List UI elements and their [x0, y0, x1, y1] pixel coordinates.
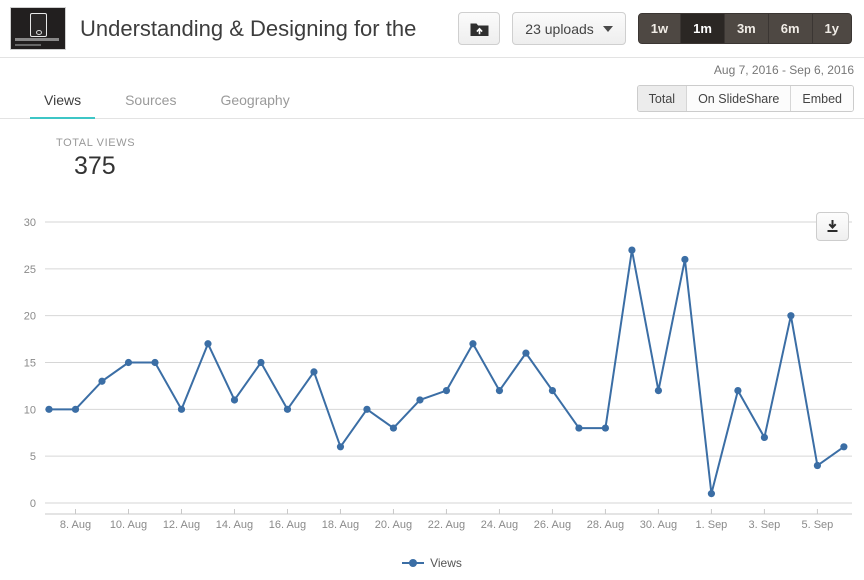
tab-views[interactable]: Views	[22, 92, 103, 119]
chevron-down-icon	[602, 25, 613, 32]
chart-plot-area: 0 5 10 15 20 25 30 8. Aug 10. Aug 12. Aug 14. Aug 1…	[24, 217, 852, 531]
thumbnail-title-line	[15, 38, 59, 41]
segment-embed[interactable]: Embed	[791, 86, 853, 111]
svg-text:20. Aug: 20. Aug	[375, 519, 412, 531]
svg-text:24. Aug: 24. Aug	[481, 519, 518, 531]
svg-text:15: 15	[24, 358, 36, 370]
svg-text:10: 10	[24, 404, 36, 416]
svg-text:10. Aug: 10. Aug	[110, 519, 147, 531]
svg-text:26. Aug: 26. Aug	[534, 519, 571, 531]
thumbnail-subtitle-line	[15, 44, 41, 46]
download-chart-button[interactable]	[816, 212, 849, 241]
page-title: Understanding & Designing for the	[80, 15, 417, 41]
mobile-device-icon	[30, 13, 47, 37]
svg-text:30. Aug: 30. Aug	[640, 519, 677, 531]
svg-text:8. Aug: 8. Aug	[60, 519, 91, 531]
svg-text:14. Aug: 14. Aug	[216, 519, 253, 531]
svg-text:12. Aug: 12. Aug	[163, 519, 200, 531]
upload-button[interactable]	[458, 12, 501, 45]
view-source-segmented-control: Total On SlideShare Embed	[636, 85, 854, 112]
tab-sources[interactable]: Sources	[103, 92, 198, 118]
date-range-label: Aug 7, 2016 - Sep 6, 2016	[713, 63, 854, 77]
total-views-label: TOTAL VIEWS	[56, 137, 136, 149]
svg-text:25: 25	[24, 264, 36, 276]
legend-marker-views	[402, 558, 425, 568]
svg-text:0: 0	[30, 498, 36, 510]
uploads-count-label: 23 uploads	[525, 20, 594, 37]
chart-legend: Views	[0, 556, 864, 570]
presentation-thumbnail[interactable]	[10, 7, 66, 50]
total-views-value: 375	[74, 152, 116, 180]
segment-on-slideshare[interactable]: On SlideShare	[687, 86, 792, 111]
app-header: Understanding & Designing for the 23 upl…	[0, 0, 864, 58]
range-button-3m[interactable]: 3m	[724, 14, 769, 43]
svg-text:16. Aug: 16. Aug	[269, 519, 306, 531]
total-views-block: TOTAL VIEWS 375	[0, 137, 864, 181]
upload-folder-icon	[470, 23, 489, 36]
svg-text:20: 20	[24, 311, 36, 323]
header-controls: 23 uploads 1w 1m 3m 6m 1y	[458, 12, 856, 45]
tab-bar: Views Sources Geography Total On SlideSh…	[0, 81, 864, 119]
svg-text:5. Sep: 5. Sep	[801, 519, 833, 531]
segment-total[interactable]: Total	[637, 86, 688, 111]
download-icon	[827, 220, 838, 232]
svg-text:28. Aug: 28. Aug	[587, 519, 624, 531]
range-button-1w[interactable]: 1w	[638, 14, 682, 43]
tab-geography[interactable]: Geography	[198, 92, 311, 118]
time-range-group: 1w 1m 3m 6m 1y	[637, 13, 852, 44]
legend-label-views: Views	[430, 556, 462, 570]
range-button-6m[interactable]: 6m	[768, 14, 813, 43]
svg-text:22. Aug: 22. Aug	[428, 519, 465, 531]
uploads-dropdown[interactable]: 23 uploads	[512, 12, 626, 45]
svg-text:5: 5	[30, 451, 36, 463]
svg-text:3. Sep: 3. Sep	[748, 519, 780, 531]
range-button-1m[interactable]: 1m	[681, 14, 725, 43]
range-button-1y[interactable]: 1y	[812, 14, 851, 43]
svg-text:1. Sep: 1. Sep	[696, 519, 728, 531]
svg-text:30: 30	[24, 217, 36, 229]
svg-text:18. Aug: 18. Aug	[322, 519, 359, 531]
views-chart: 0 5 10 15 20 25 30 8. Aug 10. Aug 12. Aug 14. Aug 1…	[0, 200, 864, 580]
